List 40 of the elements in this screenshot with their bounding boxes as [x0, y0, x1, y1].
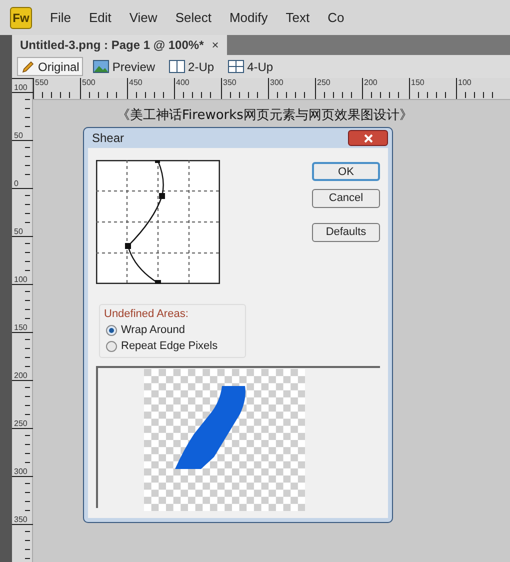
menu-item[interactable]: Co [328, 8, 344, 28]
dialog-button[interactable]: Cancel [312, 189, 380, 208]
ruler-label: 450 [128, 78, 144, 88]
ruler-label: 200 [363, 78, 378, 88]
app-logo: Fw [10, 6, 32, 28]
menu-item[interactable]: File [50, 8, 71, 28]
menu-item[interactable]: Select [175, 8, 212, 28]
group-label: Undefined Areas: [104, 307, 190, 322]
ruler-label: 300 [269, 78, 284, 88]
menu-item[interactable]: Edit [88, 8, 112, 28]
close-icon [364, 134, 372, 142]
ruler-label: 100 [457, 78, 472, 88]
ruler-label: 500 [81, 78, 96, 88]
ruler-label: 250 [316, 78, 332, 88]
ruler-label: 400 [175, 78, 190, 88]
dialog-button[interactable]: Defaults [312, 223, 380, 242]
ruler-label: 350 [222, 78, 238, 88]
dialog-title: Shear [92, 130, 124, 147]
ruler-label: 550 [34, 78, 50, 88]
canvas-caption: 《美工神话Fireworks网页元素与网页效果图设计》 [117, 107, 412, 125]
close-button[interactable] [348, 130, 388, 146]
document-title: Untitled-3.png : Page 1 @ 100%* [20, 37, 204, 54]
radio-option[interactable]: Repeat Edge Pixels [106, 338, 239, 354]
radio-option[interactable]: Wrap Around [106, 322, 239, 338]
dialog-button[interactable]: OK [312, 162, 380, 181]
document-tab[interactable]: Untitled-3.png : Page 1 @ 100%* × [12, 35, 227, 55]
pencil-icon [21, 60, 35, 74]
menu-item[interactable]: Text [286, 8, 310, 28]
grid-view-icon [228, 60, 244, 73]
view-tab[interactable]: 4-Up [224, 57, 278, 76]
ruler-label: 100 [12, 83, 33, 93]
picture-icon [93, 60, 110, 73]
ruler-label: 150 [410, 78, 426, 88]
menu-item[interactable]: View [129, 8, 158, 28]
tab-close[interactable]: × [212, 36, 219, 54]
menu-item[interactable]: Modify [229, 8, 268, 28]
split-view-icon [169, 60, 186, 73]
view-tab[interactable]: Preview [89, 57, 160, 76]
view-tab[interactable]: 2-Up [165, 57, 218, 76]
view-tab[interactable]: Original [17, 57, 84, 76]
